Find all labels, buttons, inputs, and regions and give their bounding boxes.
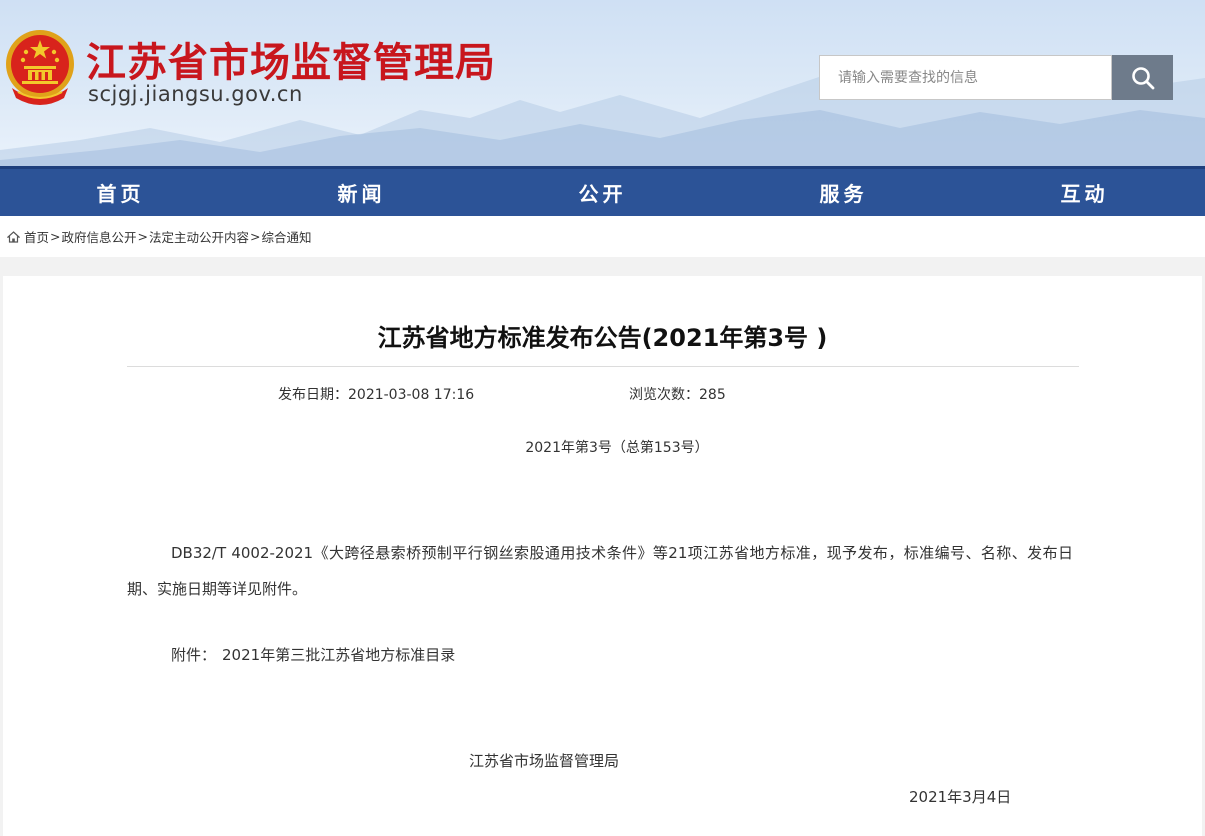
home-icon (7, 230, 20, 243)
site-title[interactable]: 江苏省市场监督管理局 (86, 30, 496, 88)
breadcrumb-separator: > (250, 229, 261, 244)
article-title: 江苏省地方标准发布公告(2021年第3号 ) (377, 324, 828, 352)
article-body: DB32/T 4002-2021《大跨径悬索桥预制平行钢丝索股通用技术条件》等2… (127, 544, 1073, 598)
breadcrumb-general-notice[interactable]: 综合通知 (262, 227, 312, 246)
site-url: scjgj.jiangsu.gov.cn (88, 82, 303, 106)
breadcrumb-legal-disclosure[interactable]: 法定主动公开内容 (149, 227, 249, 246)
attachment-row: 附件： 2021年第三批江苏省地方标准目录 (171, 644, 455, 665)
attachment-link[interactable]: 2021年第三批江苏省地方标准目录 (222, 646, 455, 664)
search-icon (1131, 66, 1154, 89)
publish-date: 发布日期：2021-03-08 17:16 (278, 387, 475, 403)
main-nav: 首页 新闻 公开 服务 互动 (0, 166, 1205, 216)
title-divider (127, 366, 1079, 367)
signature: 江苏省市场监督管理局 (469, 752, 620, 770)
breadcrumb-gov-info[interactable]: 政府信息公开 (62, 227, 137, 246)
nav-public[interactable]: 公开 (482, 169, 723, 216)
breadcrumb-home[interactable]: 首页 (24, 227, 49, 246)
nav-news[interactable]: 新闻 (241, 169, 482, 216)
breadcrumb-separator: > (50, 229, 61, 244)
nav-service[interactable]: 服务 (723, 169, 964, 216)
issue-number: 2021年第3号（总第153号） (525, 440, 709, 456)
search-button[interactable] (1112, 55, 1173, 100)
attachment-label: 附件： (171, 646, 217, 664)
nav-interact[interactable]: 互动 (964, 169, 1205, 216)
site-header: 江苏省市场监督管理局 scjgj.jiangsu.gov.cn (0, 0, 1205, 166)
search-input[interactable] (819, 55, 1112, 100)
national-emblem-icon (6, 30, 74, 105)
article-container: 江苏省地方标准发布公告(2021年第3号 ) 发布日期：2021-03-08 1… (3, 276, 1202, 836)
breadcrumb-separator: > (137, 229, 148, 244)
signature-date: 2021年3月4日 (909, 788, 1012, 806)
breadcrumb: 首页 > 政府信息公开 > 法定主动公开内容 > 综合通知 (0, 216, 1205, 257)
view-count: 浏览次数：285 (629, 387, 726, 403)
nav-home[interactable]: 首页 (0, 169, 241, 216)
